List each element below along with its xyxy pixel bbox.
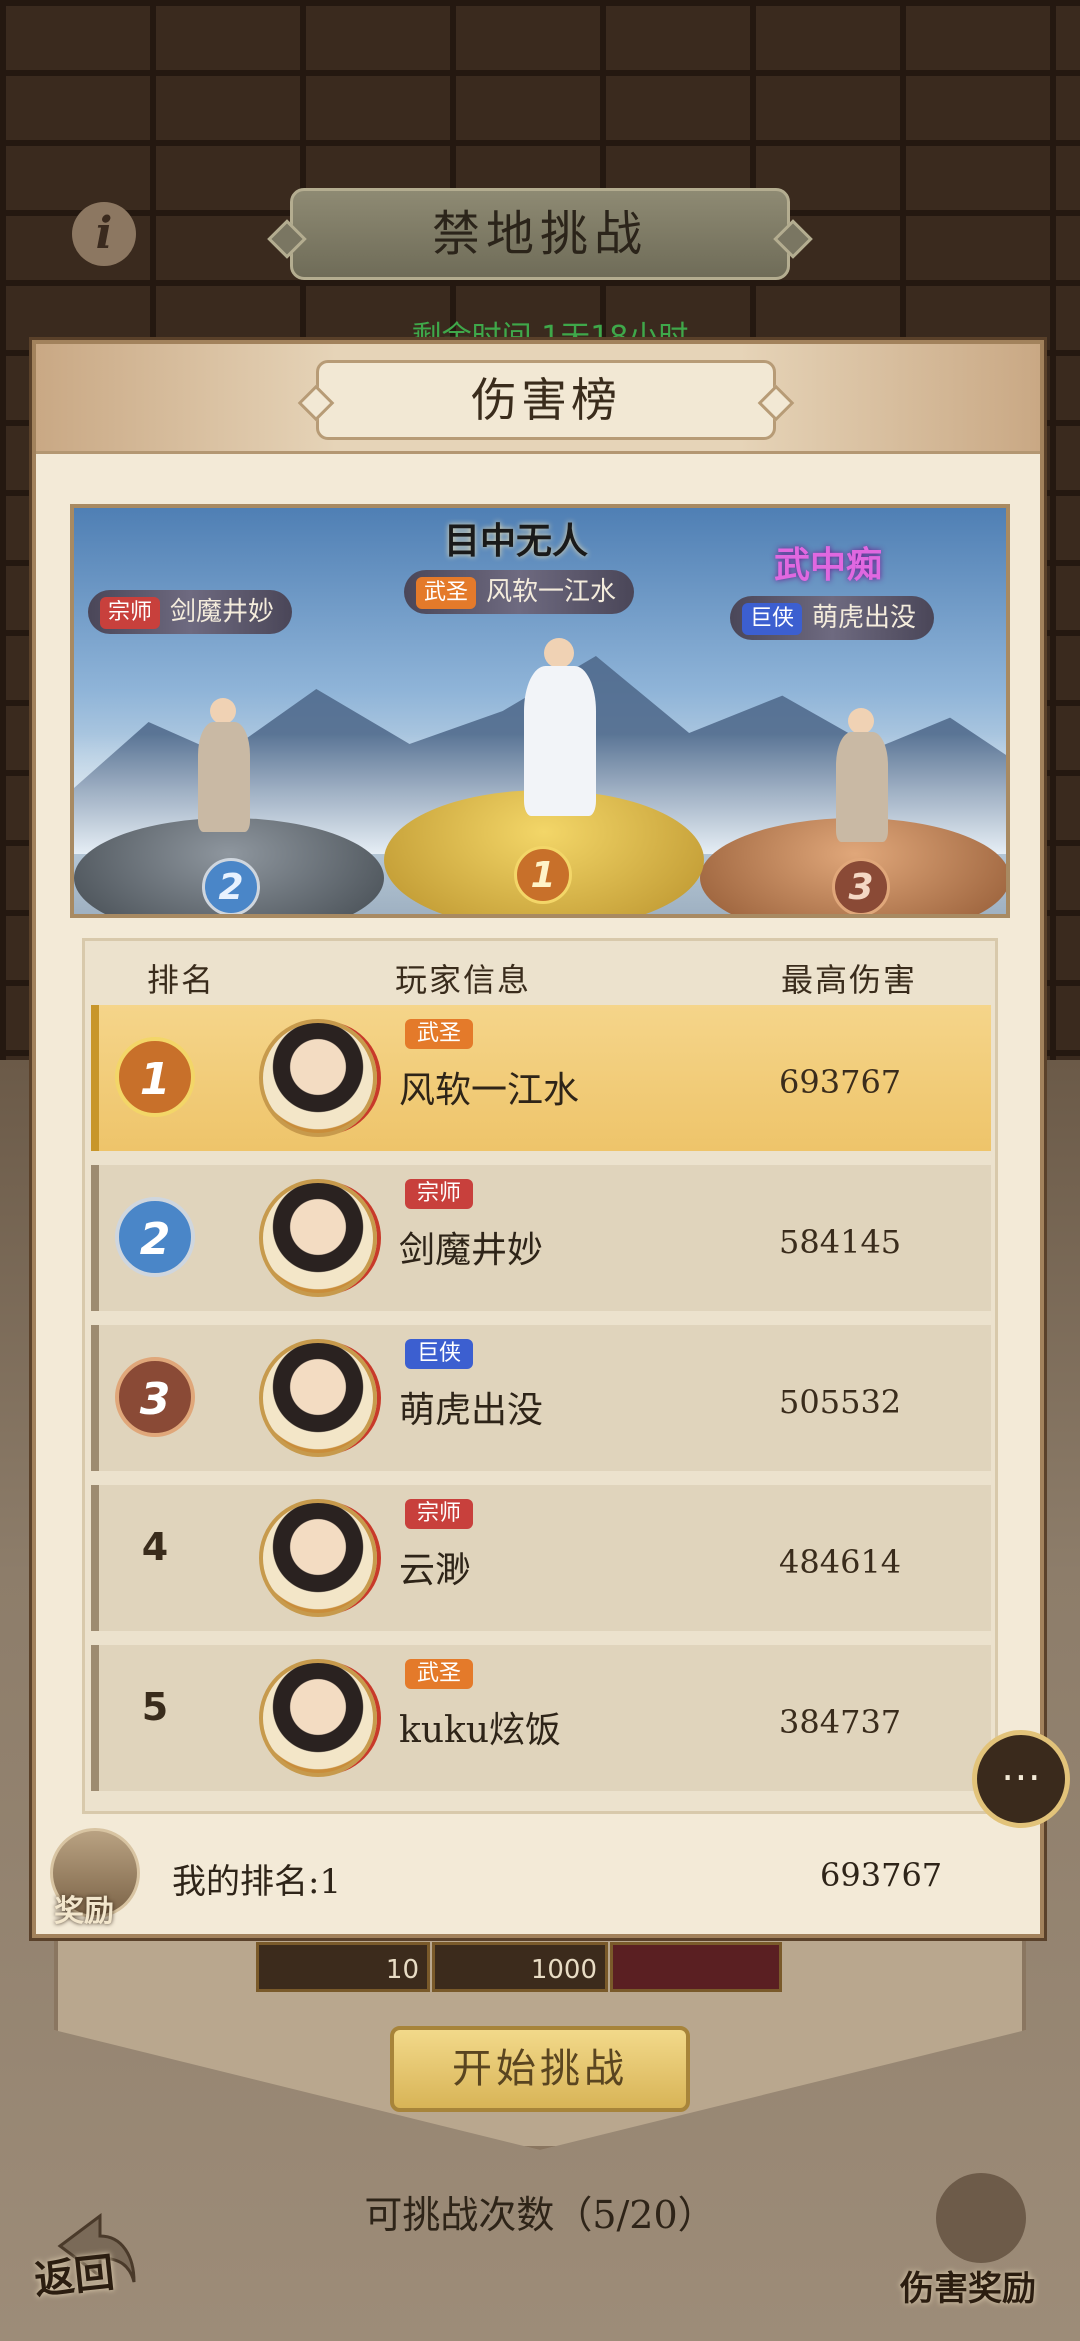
modal-title: 伤害榜 — [316, 360, 776, 440]
damage-value: 484614 — [779, 1543, 902, 1581]
title-chip: 宗师 — [405, 1179, 474, 1209]
avatar[interactable] — [259, 1659, 377, 1777]
attempts-remaining: 可挑战次数（5/20） — [364, 2193, 716, 2237]
player-name: 风软一江水 — [399, 1070, 580, 1111]
podium-nameplate-1: 武圣 风软一江水 — [404, 570, 635, 614]
page-title: 禁地挑战 — [290, 188, 790, 280]
ranking-table: 排名 玩家信息 最高伤害 1 武圣 风软一江水 693767 2 宗师 剑魔井妙… — [82, 938, 998, 1814]
title-chip: 武圣 — [405, 1019, 474, 1049]
title-chip: 宗师 — [405, 1499, 474, 1529]
podium-logo-first: 目中无人 — [444, 520, 589, 562]
column-header-player: 玩家信息 — [395, 961, 532, 999]
podium-nameplate-3: 巨侠 萌虎出没 — [730, 596, 935, 640]
rank-medal-icon: 3 — [115, 1357, 195, 1437]
item-slot-1[interactable]: 10 — [256, 1942, 430, 1992]
reward-label: 奖励 — [54, 1894, 114, 1929]
table-row[interactable]: 4 宗师 云渺 484614 — [91, 1485, 991, 1631]
rank-number: 5 — [141, 1685, 169, 1729]
rank-medal-icon: 1 — [115, 1037, 195, 1117]
back-label: 返回 — [32, 2248, 117, 2305]
title-chip: 武圣 — [416, 577, 477, 609]
podium-scene: 目中无人 武中痴 宗师 剑魔井妙 武圣 风软一江水 巨侠 萌虎出没 2 1 3 — [70, 504, 1010, 918]
modal-header: 伤害榜 — [36, 344, 1040, 454]
column-header-damage: 最高伤害 — [781, 961, 918, 999]
item-slot-2[interactable]: 1000 — [432, 1942, 608, 1992]
avatar[interactable] — [259, 1339, 377, 1457]
damage-value: 384737 — [779, 1703, 902, 1741]
avatar[interactable] — [259, 1499, 377, 1617]
damage-reward-button[interactable]: 伤害奖励 — [900, 2165, 1050, 2315]
podium-rank-badge-3: 3 — [832, 858, 890, 914]
avatar[interactable] — [259, 1019, 377, 1137]
player-name: 云渺 — [399, 1550, 472, 1591]
table-row[interactable]: 5 武圣 kuku炫饭 384737 — [91, 1645, 991, 1791]
damage-value: 505532 — [779, 1383, 902, 1421]
rank-number: 4 — [141, 1525, 169, 1569]
player-name: 萌虎出没 — [399, 1390, 544, 1431]
table-row[interactable]: 3 巨侠 萌虎出没 505532 — [91, 1325, 991, 1471]
podium-rank-badge-1: 1 — [514, 846, 572, 904]
title-chip: 武圣 — [405, 1659, 474, 1689]
podium-logo-third: 武中痴 — [774, 544, 883, 586]
table-row[interactable]: 2 宗师 剑魔井妙 584145 — [91, 1165, 991, 1311]
my-damage-value: 693767 — [820, 1856, 943, 1894]
title-chip: 巨侠 — [405, 1339, 474, 1369]
table-row[interactable]: 1 武圣 风软一江水 693767 — [91, 1005, 991, 1151]
podium-name-1: 风软一江水 — [486, 577, 617, 607]
title-chip: 巨侠 — [742, 603, 803, 635]
title-chip: 宗师 — [100, 597, 161, 629]
item-slot-3[interactable] — [610, 1942, 782, 1992]
damage-value: 693767 — [779, 1063, 902, 1101]
rank-medal-icon: 2 — [115, 1197, 195, 1277]
my-rank-label: 我的排名:1 — [172, 1862, 342, 1902]
damage-ranking-modal: 伤害榜 目中无人 武中痴 宗师 剑魔井妙 武圣 风软一江水 巨侠 萌虎出没 2 … — [32, 340, 1044, 1938]
chat-bubble-icon[interactable]: ⋯ — [972, 1730, 1070, 1828]
podium-rank-badge-2: 2 — [202, 858, 260, 914]
damage-reward-label: 伤害奖励 — [900, 2269, 1036, 2309]
treasure-chest-icon — [936, 2173, 1026, 2263]
player-name: 剑魔井妙 — [399, 1230, 544, 1271]
item-count: 1000 — [530, 1955, 597, 1985]
damage-value: 584145 — [779, 1223, 902, 1261]
start-challenge-button[interactable]: 开始挑战 — [390, 2026, 690, 2112]
podium-name-2: 剑魔井妙 — [170, 597, 275, 627]
item-count: 10 — [385, 1955, 419, 1985]
info-icon[interactable]: i — [72, 202, 136, 266]
my-rank-bar: 奖励 我的排名:1 693767 — [36, 1828, 1040, 1932]
podium-name-3: 萌虎出没 — [812, 603, 917, 633]
podium-nameplate-2: 宗师 剑魔井妙 — [88, 590, 293, 634]
column-header-rank: 排名 — [147, 961, 216, 999]
avatar[interactable] — [259, 1179, 377, 1297]
player-name: kuku炫饭 — [399, 1710, 562, 1751]
